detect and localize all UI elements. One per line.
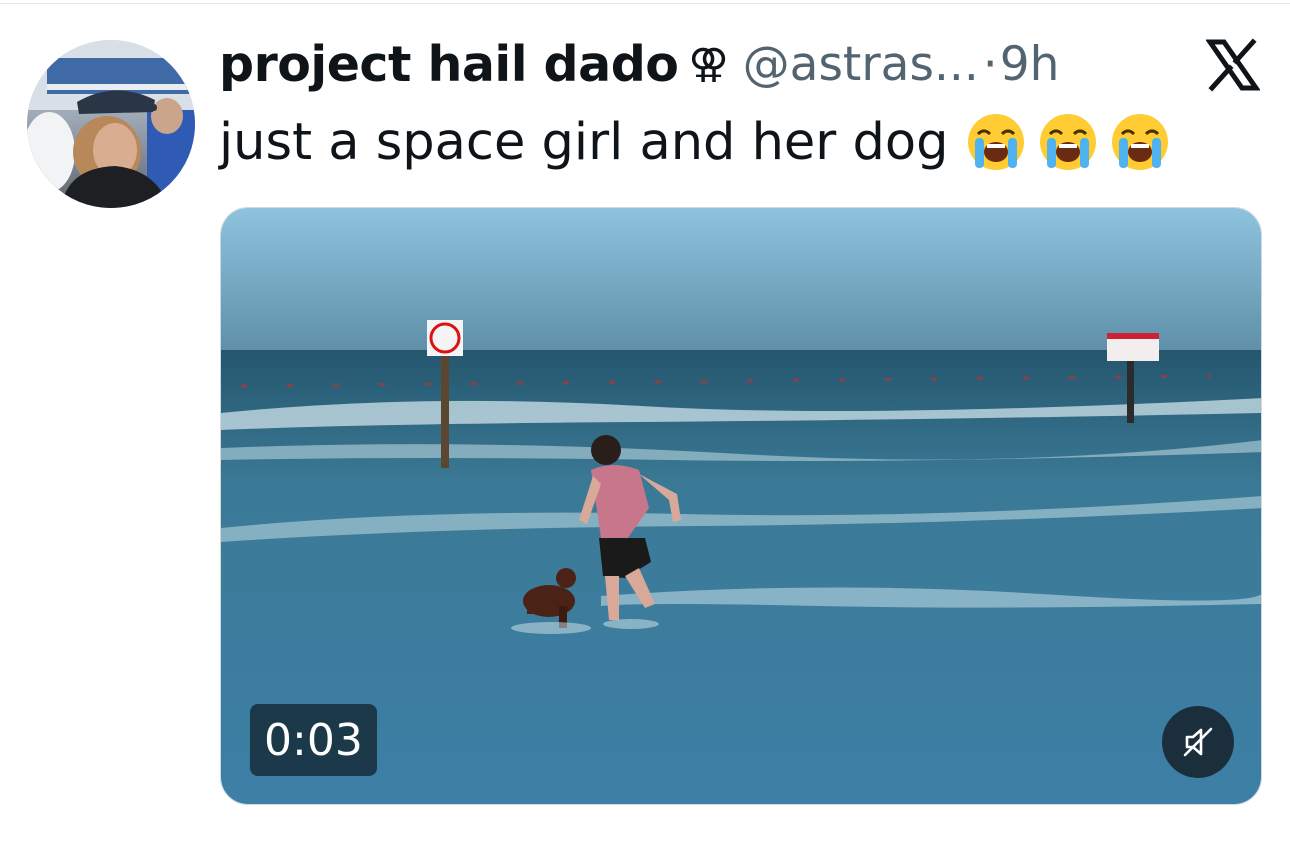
post-text-content: just a space girl and her dog [219, 112, 949, 172]
loudly-crying-face-icon [1112, 114, 1169, 170]
avatar-photo [27, 40, 195, 208]
video-duration: 0:03 [250, 704, 377, 776]
loudly-crying-face-icon [1040, 114, 1097, 170]
timestamp[interactable]: 9h [1000, 37, 1060, 92]
video-frame [221, 208, 1261, 804]
display-name[interactable]: project hail dado [219, 36, 679, 93]
emoji-row [966, 112, 1170, 172]
handle[interactable]: @astras... [743, 37, 979, 92]
mute-button[interactable] [1162, 706, 1234, 778]
separator-dot: · [982, 36, 998, 92]
post-text: just a space girl and her dog [219, 104, 1170, 180]
x-logo-icon[interactable] [1205, 38, 1261, 92]
avatar[interactable] [27, 40, 195, 208]
video-player[interactable]: 0:03 [220, 207, 1262, 805]
name-symbol: ⚢ [688, 41, 729, 87]
top-divider [0, 3, 1290, 4]
volume-muted-icon [1183, 727, 1213, 757]
post-header: project hail dado ⚢ @astras... · 9h [219, 32, 1059, 96]
loudly-crying-face-icon [968, 114, 1025, 170]
